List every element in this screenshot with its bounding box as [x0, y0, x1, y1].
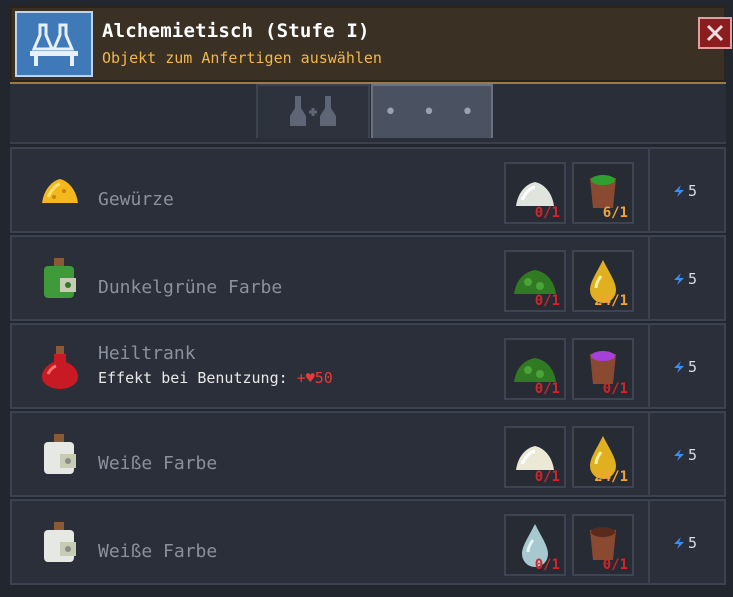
energy-bolt-icon: [674, 537, 684, 549]
flasks-icon: [290, 96, 336, 126]
recipe-name: Dunkelgrüne Farbe: [98, 277, 283, 298]
close-icon: [706, 24, 724, 42]
column-divider: [648, 237, 650, 321]
ingredient-count: 0/1: [602, 557, 628, 573]
ingredient-slot[interactable]: 6/1: [572, 162, 634, 224]
ingredient-count: 24/1: [594, 469, 628, 485]
recipe-name: Weiße Farbe: [98, 541, 218, 562]
ingredient-count: 0/1: [534, 205, 560, 221]
white-dye-bottle-icon: [36, 519, 84, 567]
title-bar: Alchemietisch (Stufe I) Objekt zum Anfer…: [10, 6, 732, 84]
energy-value: 5: [688, 358, 698, 376]
white-dye-bottle-icon: [36, 431, 84, 479]
ingredient-slot[interactable]: 0/1: [504, 338, 566, 400]
energy-cost: 5: [672, 358, 697, 376]
column-divider: [648, 413, 650, 497]
column-divider: [648, 501, 650, 585]
energy-bolt-icon: [674, 273, 684, 285]
ingredient-slot[interactable]: 0/1: [504, 426, 566, 488]
green-dye-bottle-icon: [36, 255, 84, 303]
recipe-row[interactable]: Weiße Farbe 0/1 24/1 5: [10, 411, 726, 497]
recipe-name: Weiße Farbe: [98, 453, 218, 474]
close-button[interactable]: [698, 17, 732, 49]
healing-potion-icon: [36, 343, 84, 391]
effect-label: Effekt bei Benutzung:: [98, 369, 288, 387]
window-title: Alchemietisch (Stufe I): [102, 20, 370, 42]
ingredient-count: 0/1: [534, 381, 560, 397]
energy-cost: 5: [672, 182, 697, 200]
column-divider: [648, 325, 650, 409]
energy-bolt-icon: [674, 361, 684, 373]
energy-cost: 5: [672, 270, 697, 288]
ingredient-count: 0/1: [534, 293, 560, 309]
tab-bar: • • •: [10, 84, 726, 144]
ingredient-slot[interactable]: 0/1: [504, 514, 566, 576]
ingredient-slot[interactable]: 0/1: [504, 250, 566, 312]
alchemy-table-icon: [15, 11, 93, 77]
ingredient-slot[interactable]: 0/1: [504, 162, 566, 224]
recipe-row[interactable]: Weiße Farbe 0/1 0/1 5: [10, 499, 726, 585]
energy-value: 5: [688, 446, 698, 464]
energy-cost: 5: [672, 446, 697, 464]
energy-value: 5: [688, 182, 698, 200]
ingredient-count: 24/1: [594, 293, 628, 309]
ingredient-slot[interactable]: 0/1: [572, 514, 634, 576]
ingredient-slot[interactable]: 24/1: [572, 250, 634, 312]
ingredient-count: 0/1: [534, 469, 560, 485]
energy-value: 5: [688, 534, 698, 552]
crafting-window: Alchemietisch (Stufe I) Objekt zum Anfer…: [0, 0, 733, 597]
ingredient-slot[interactable]: 0/1: [572, 338, 634, 400]
tab-more[interactable]: • • •: [371, 84, 493, 138]
tab-more-label: • • •: [383, 99, 481, 125]
energy-bolt-icon: [674, 185, 684, 197]
energy-cost: 5: [672, 534, 697, 552]
energy-bolt-icon: [674, 449, 684, 461]
recipe-name: Heiltrank: [98, 343, 196, 364]
ingredient-slot[interactable]: 24/1: [572, 426, 634, 488]
recipe-name: Gewürze: [98, 189, 174, 210]
recipe-row[interactable]: Heiltrank Effekt bei Benutzung: +♥50 0/1…: [10, 323, 726, 409]
ingredient-count: 6/1: [602, 205, 628, 221]
column-divider: [648, 149, 650, 233]
recipe-row[interactable]: Dunkelgrüne Farbe 0/1 24/1 5: [10, 235, 726, 321]
effect-value: +♥50: [296, 369, 333, 387]
effect-text: Effekt bei Benutzung: +♥50: [98, 369, 333, 387]
recipe-row[interactable]: Gewürze 0/1 6/1 5: [10, 147, 726, 233]
ingredient-count: 0/1: [602, 381, 628, 397]
ingredient-count: 0/1: [534, 557, 560, 573]
tab-flasks[interactable]: [256, 84, 370, 138]
energy-value: 5: [688, 270, 698, 288]
window-subtitle: Objekt zum Anfertigen auswählen: [102, 49, 382, 67]
spice-pile-icon: [36, 167, 84, 215]
